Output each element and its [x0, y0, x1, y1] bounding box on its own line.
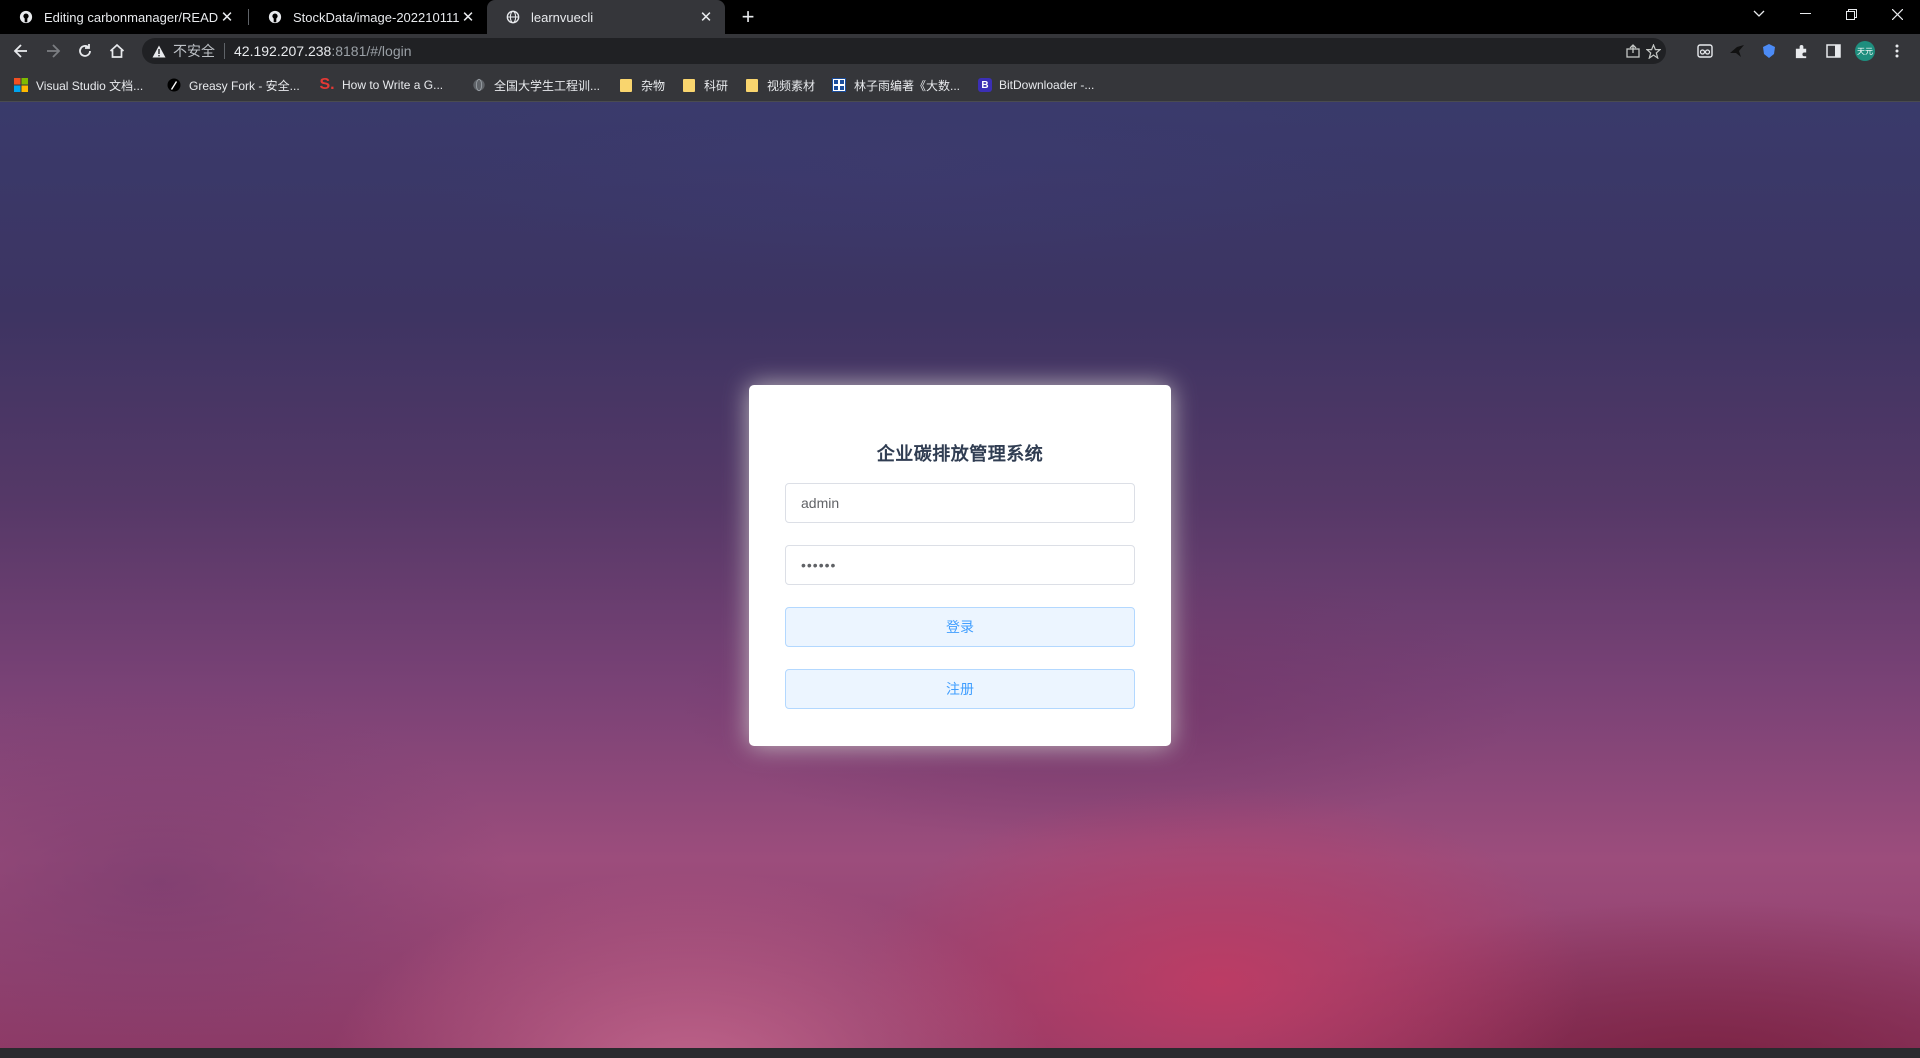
address-bar[interactable]: 不安全 42.192.207.238:8181/#/login [142, 38, 1666, 64]
folder-icon [744, 77, 760, 93]
folder-icon [681, 77, 697, 93]
shield-extension-icon[interactable] [1757, 39, 1781, 63]
bookmark-label: 视频素材 [767, 78, 816, 93]
tab-search-chevron-icon[interactable] [1736, 0, 1782, 28]
close-icon[interactable]: ✕ [218, 8, 236, 26]
login-card: 企业碳排放管理系统 admin •••••• 登录 注册 [749, 385, 1171, 746]
bookmark-folder-zawu[interactable]: 杂物 [618, 68, 665, 102]
close-icon[interactable]: ✕ [697, 8, 715, 26]
close-icon[interactable]: ✕ [459, 8, 477, 26]
tab-strip: Editing carbonmanager/READ ✕ StockData/i… [0, 0, 1920, 34]
github-icon [18, 9, 34, 25]
s-logo-icon: S. [319, 76, 335, 93]
tab-title: learnvuecli [531, 9, 594, 25]
bookmark-engineering[interactable]: 全国大学生工程训... [471, 68, 600, 102]
browser-menu-icon[interactable] [1885, 39, 1909, 63]
restore-button[interactable] [1828, 0, 1874, 28]
bookmarks-bar: Visual Studio 文档... Greasy Fork - 安全... … [0, 68, 1920, 102]
forward-button[interactable] [41, 39, 65, 63]
bookmark-folder-keyan[interactable]: 科研 [681, 68, 728, 102]
reader-extension-icon[interactable] [1693, 39, 1717, 63]
github-icon [267, 9, 283, 25]
bookmark-bitdownloader[interactable]: B BitDownloader -... [978, 68, 1094, 102]
windows-icon [13, 77, 29, 93]
bookmark-label: BitDownloader -... [999, 78, 1095, 92]
bookmark-greasy-fork[interactable]: Greasy Fork - 安全... [166, 68, 300, 102]
login-page-background: 企业碳排放管理系统 admin •••••• 登录 注册 [0, 102, 1920, 1048]
bookmark-star-icon[interactable] [1642, 41, 1664, 61]
password-value: •••••• [801, 557, 837, 573]
bookmark-label: 杂物 [641, 78, 666, 93]
bookmark-label: 林子雨编著《大数... [854, 78, 961, 93]
tab-stockdata[interactable]: StockData/image-2022101111 ✕ [249, 0, 487, 34]
home-button[interactable] [105, 39, 129, 63]
browser-toolbar: 不安全 42.192.207.238:8181/#/login 天元 [0, 34, 1920, 68]
globe-icon [505, 9, 521, 25]
new-tab-button[interactable]: + [736, 4, 760, 29]
tab-title: StockData/image-2022101111 [293, 9, 459, 25]
taskbar-edge [0, 1048, 1920, 1058]
tab-learnvuecli[interactable]: learnvuecli ✕ [487, 0, 725, 34]
b-logo-icon: B [978, 78, 992, 92]
grid-icon [831, 77, 847, 93]
bookmark-label: How to Write a G... [342, 78, 444, 92]
bookmark-label: Greasy Fork - 安全... [189, 78, 300, 93]
side-panel-icon[interactable] [1821, 39, 1845, 63]
bird-extension-icon[interactable] [1725, 39, 1749, 63]
profile-avatar[interactable]: 天元 [1853, 39, 1877, 63]
warning-icon[interactable] [152, 45, 166, 58]
share-icon[interactable] [1622, 41, 1644, 61]
bookmark-label: Visual Studio 文档... [36, 78, 144, 93]
globe-icon [471, 77, 487, 93]
tab-editing-carbonmanager[interactable]: Editing carbonmanager/READ ✕ [0, 0, 246, 34]
login-button[interactable]: 登录 [785, 607, 1135, 647]
password-input[interactable]: •••••• [785, 545, 1135, 585]
bookmark-label: 科研 [704, 78, 729, 93]
reload-button[interactable] [73, 39, 97, 63]
bookmark-how-to-write[interactable]: S. How to Write a G... [319, 68, 443, 102]
folder-icon [618, 77, 634, 93]
security-label[interactable]: 不安全 [173, 41, 215, 61]
address-divider [224, 43, 225, 59]
minimize-button[interactable] [1782, 0, 1828, 28]
url-host: 42.192.207.238 [234, 43, 332, 59]
tab-title: Editing carbonmanager/READ [44, 9, 218, 25]
close-window-button[interactable] [1874, 0, 1920, 28]
bookmark-visual-studio[interactable]: Visual Studio 文档... [13, 68, 143, 102]
greasyfork-icon [166, 77, 182, 93]
bookmark-bigdata[interactable]: 林子雨编著《大数... [831, 68, 960, 102]
bookmark-label: 全国大学生工程训... [494, 78, 601, 93]
username-input[interactable]: admin [785, 483, 1135, 523]
back-button[interactable] [9, 39, 33, 63]
url-path: :8181/#/login [331, 43, 412, 59]
system-title: 企业碳排放管理系统 [876, 444, 1044, 464]
username-value: admin [801, 495, 840, 511]
avatar: 天元 [1855, 41, 1875, 61]
extensions-puzzle-icon[interactable] [1789, 39, 1813, 63]
bookmark-folder-video[interactable]: 视频素材 [744, 68, 815, 102]
register-button[interactable]: 注册 [785, 669, 1135, 709]
